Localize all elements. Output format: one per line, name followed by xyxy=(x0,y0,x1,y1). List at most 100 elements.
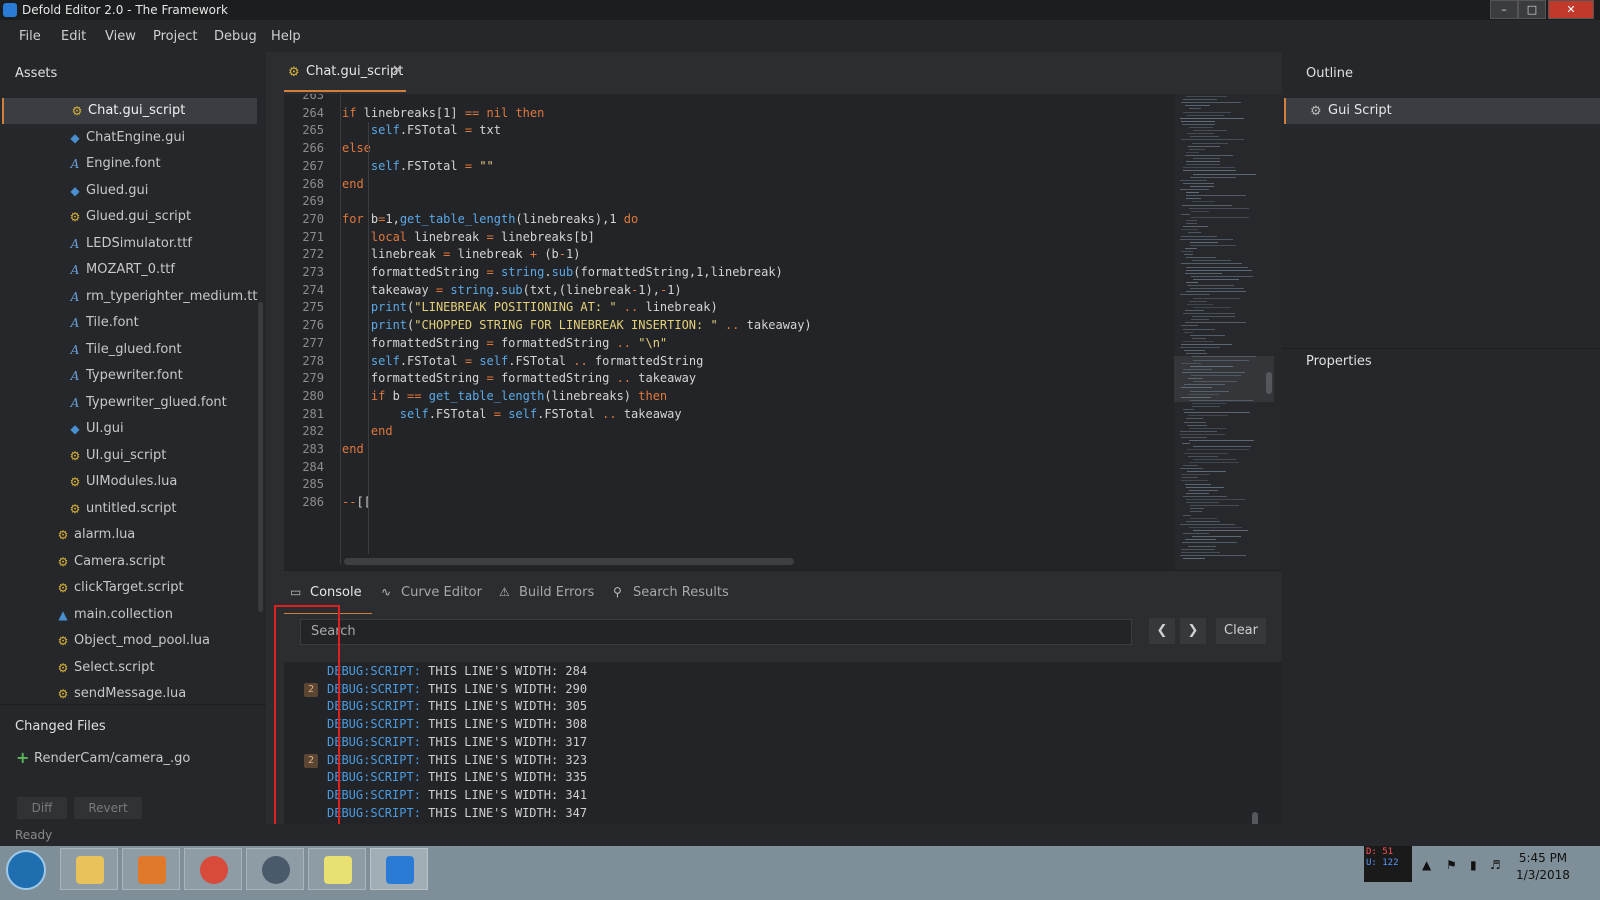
clear-console-button[interactable]: Clear xyxy=(1216,618,1266,644)
console-output[interactable]: DEBUG:SCRIPT: THIS LINE'S WIDTH: 284 2 DEB… xyxy=(284,662,1282,824)
console-search-input[interactable]: Search xyxy=(300,619,1132,645)
taskbar-chrome[interactable] xyxy=(184,848,242,890)
minimap-line xyxy=(1180,433,1225,435)
code-line: --[[ xyxy=(342,495,371,510)
menu-help[interactable]: Help xyxy=(271,29,301,44)
minimap-line xyxy=(1188,393,1219,395)
assets-scrollbar[interactable] xyxy=(258,302,263,612)
menu-edit[interactable]: Edit xyxy=(61,29,86,44)
minimap[interactable] xyxy=(1174,94,1282,570)
minimap-line xyxy=(1189,108,1201,110)
asset-item[interactable]: ⚙ sendMessage.lua xyxy=(2,681,257,703)
console-prefix: DEBUG:SCRIPT: xyxy=(327,734,421,749)
menu-debug[interactable]: Debug xyxy=(214,29,257,44)
asset-item[interactable]: ⚙ Select.script xyxy=(2,655,257,681)
diff-button[interactable]: Diff xyxy=(17,797,67,819)
asset-item[interactable]: ⚙ Glued.gui_script xyxy=(2,204,257,230)
minimap-line xyxy=(1181,396,1211,398)
asset-item[interactable]: ⚙ untitled.script xyxy=(2,496,257,522)
menu-project[interactable]: Project xyxy=(153,29,197,44)
asset-name: LEDSimulator.ttf xyxy=(86,235,192,251)
menu-file[interactable]: File xyxy=(19,29,41,44)
code-vertical-scrollbar[interactable] xyxy=(1266,372,1272,394)
minimap-line xyxy=(1183,409,1194,411)
minimap-line xyxy=(1186,291,1246,293)
asset-item[interactable]: ⚙ UI.gui_script xyxy=(2,443,257,469)
outline-item-label: Gui Script xyxy=(1328,103,1392,118)
minimap-line xyxy=(1193,381,1237,383)
asset-item[interactable]: ⚙ alarm.lua xyxy=(2,522,257,548)
close-window-button[interactable]: ✕ xyxy=(1548,0,1594,19)
minimap-line xyxy=(1193,158,1220,159)
line-number: 272 xyxy=(302,247,324,262)
system-clock[interactable]: 5:45 PM 1/3/2018 xyxy=(1508,850,1578,884)
start-button[interactable] xyxy=(6,850,46,890)
asset-item[interactable]: A MOZART_0.ttf xyxy=(2,257,257,283)
asset-item[interactable]: ⚙ Chat.gui_script xyxy=(2,98,257,124)
minimap-line xyxy=(1193,530,1248,531)
warning-icon: ⚠ xyxy=(499,585,510,599)
minimap-line xyxy=(1183,557,1205,559)
taskbar-defold[interactable] xyxy=(370,848,428,890)
asset-item[interactable]: ◆ UI.gui xyxy=(2,416,257,442)
taskbar-file-explorer[interactable] xyxy=(60,848,118,890)
asset-item[interactable]: A Tile.font xyxy=(2,310,257,336)
properties-title: Properties xyxy=(1306,354,1372,369)
tab-chat-gui-script[interactable]: ⚙ Chat.gui_script ✕ xyxy=(284,52,406,92)
minimap-line xyxy=(1180,238,1233,240)
changed-file-name: RenderCam/camera_.go xyxy=(34,751,191,766)
minimap-line xyxy=(1186,502,1219,504)
minimize-button[interactable]: – xyxy=(1490,0,1518,19)
indent-guide xyxy=(368,122,369,554)
asset-item[interactable]: A Engine.font xyxy=(2,151,257,177)
previous-match-button[interactable]: ❮ xyxy=(1149,618,1175,644)
minimap-line xyxy=(1190,334,1225,336)
minimap-line xyxy=(1183,182,1214,184)
asset-item[interactable]: ⚙ clickTarget.script xyxy=(2,575,257,601)
minimap-line xyxy=(1187,133,1214,135)
minimap-line xyxy=(1188,378,1203,380)
close-tab-icon[interactable]: ✕ xyxy=(392,63,403,78)
asset-item[interactable]: A Typewriter_glued.font xyxy=(2,390,257,416)
taskbar-media-player[interactable] xyxy=(122,848,180,890)
network-icon[interactable]: ▮ xyxy=(1470,858,1477,872)
asset-item[interactable]: ⚙ Camera.script xyxy=(2,549,257,575)
asset-item[interactable]: ⚙ Object_mod_pool.lua xyxy=(2,628,257,654)
console-prefix: DEBUG:SCRIPT: xyxy=(327,717,421,732)
console-line: DEBUG:SCRIPT: THIS LINE'S WIDTH: 290 xyxy=(327,682,587,696)
asset-item[interactable]: A Tile_glued.font xyxy=(2,337,257,363)
tab-build-errors[interactable]: ⚠ Build Errors xyxy=(499,585,594,600)
minimap-line xyxy=(1181,474,1210,476)
code-line: end xyxy=(342,176,364,191)
minimap-line xyxy=(1186,520,1220,522)
maximize-button[interactable]: □ xyxy=(1518,0,1546,19)
outline-item-gui-script[interactable]: ⚙ Gui Script xyxy=(1284,98,1600,124)
console-prefix: DEBUG:SCRIPT: xyxy=(327,787,421,802)
tab-curve-editor[interactable]: ∿ Curve Editor xyxy=(381,585,482,600)
windows-taskbar: D: 51 U: 122 ▲ ⚑ ▮ ♬ 5:45 PM 1/3/2018 xyxy=(0,846,1600,900)
code-editor[interactable]: 263 264 if linebreaks[1] == nil then 265 se… xyxy=(284,94,1174,570)
taskbar-app[interactable] xyxy=(246,848,304,890)
console-vertical-scrollbar[interactable] xyxy=(1252,812,1258,824)
asset-item[interactable]: ◆ Glued.gui xyxy=(2,178,257,204)
asset-item[interactable]: ◆ ChatEngine.gui xyxy=(2,125,257,151)
code-horizontal-scrollbar[interactable] xyxy=(344,558,794,565)
tab-console[interactable]: ▭ Console xyxy=(290,585,362,600)
code-line: print("LINEBREAK POSITIONING AT: " .. li… xyxy=(370,300,718,315)
menu-view[interactable]: View xyxy=(105,29,136,44)
gear-icon: ⚙ xyxy=(57,528,69,542)
asset-item[interactable]: ⚙ UIModules.lua xyxy=(2,469,257,495)
tab-search-results[interactable]: ⚲ Search Results xyxy=(613,585,729,600)
minimap-line xyxy=(1184,412,1250,414)
revert-button[interactable]: Revert xyxy=(74,797,142,819)
asset-item[interactable]: Arm_typerighter_medium.ttf xyxy=(2,284,258,310)
next-match-button[interactable]: ❯ xyxy=(1180,618,1206,644)
asset-item[interactable]: ▲ main.collection xyxy=(2,602,257,628)
asset-item[interactable]: A Typewriter.font xyxy=(2,363,257,389)
taskbar-sticky-notes[interactable] xyxy=(308,848,366,890)
show-hidden-icons-icon[interactable]: ▲ xyxy=(1422,858,1431,872)
line-number: 285 xyxy=(302,477,324,492)
action-center-icon[interactable]: ⚑ xyxy=(1446,858,1457,872)
asset-item[interactable]: A LEDSimulator.ttf xyxy=(2,231,257,257)
volume-icon[interactable]: ♬ xyxy=(1490,858,1501,872)
